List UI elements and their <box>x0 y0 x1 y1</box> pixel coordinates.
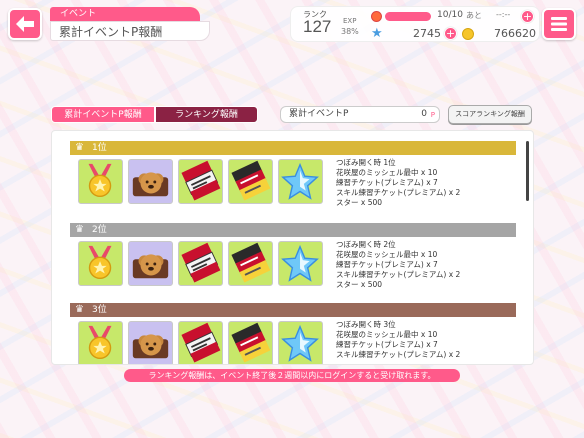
page-title: 累計イベントP報酬 <box>50 21 210 41</box>
medal-icon[interactable] <box>78 159 123 204</box>
desc-line: つぼみ開く時 2位 <box>336 240 396 249</box>
medal-icon[interactable] <box>78 241 123 286</box>
stamina-bar <box>385 12 431 21</box>
back-button[interactable] <box>8 8 42 40</box>
reward-panel: 累計イベントP報酬 ランキング報酬 累計イベントP 0 P スコアランキング報酬… <box>48 100 538 382</box>
desc-line: 練習チケット(プレミアム) x 7 <box>336 340 438 349</box>
reward-description: つぼみ開く時 1位 花咲屋のミッシェル最中 x 10 練習チケット(プレミアム)… <box>336 158 460 208</box>
reward-description: つぼみ開く時 2位 花咲屋のミッシェル最中 x 10 練習チケット(プレミアム)… <box>336 240 460 290</box>
desc-line: 練習チケット(プレミアム) x 7 <box>336 260 438 269</box>
reward-row-rank-3: ♛ 3位 つぼみ開く時 3位 花咲屋のミッシェル最中 x 10 練習チケット(プ… <box>70 303 516 364</box>
exp-percent: 38% <box>341 27 359 36</box>
score-ranking-button[interactable]: スコアランキング報酬 <box>448 105 532 124</box>
star-count: 2745 <box>413 27 441 40</box>
category-tag: イベント <box>50 7 200 21</box>
crown-icon: ♛ <box>75 142 84 153</box>
tab-ranking-rewards[interactable]: ランキング報酬 <box>155 106 258 123</box>
menu-button[interactable] <box>542 8 576 40</box>
desc-line: つぼみ開く時 3位 <box>336 320 396 329</box>
reward-items: つぼみ開く時 2位 花咲屋のミッシェル最中 x 10 練習チケット(プレミアム)… <box>70 237 516 293</box>
desc-line: スキル練習チケット(プレミアム) x 2 <box>336 270 461 279</box>
desc-line: 花咲屋のミッシェル最中 x 10 <box>336 250 438 259</box>
star-item-icon[interactable] <box>278 159 323 204</box>
bear-wafer-icon[interactable] <box>128 159 173 204</box>
crown-icon: ♛ <box>75 224 84 235</box>
reward-list[interactable]: ♛ 1位 つぼみ開く時 1位 花咲屋のミッシェル最中 x 10 練習チケット(プ… <box>51 130 534 365</box>
reward-description: つぼみ開く時 3位 花咲屋のミッシェル最中 x 10 練習チケット(プレミアム)… <box>336 320 460 360</box>
rank-label: 1位 <box>92 143 107 153</box>
stamina-fill <box>385 12 431 21</box>
desc-line: スキル練習チケット(プレミアム) x 2 <box>336 350 461 359</box>
footer-notice: ランキング報酬は、イベント終了後２週間以内にログインすると受け取れます。 <box>124 369 460 382</box>
bear-wafer-icon[interactable] <box>128 241 173 286</box>
rank-label: 3位 <box>92 305 107 315</box>
stamina-flame-icon <box>371 11 382 22</box>
coin-icon <box>462 28 474 40</box>
reward-items: つぼみ開く時 3位 花咲屋のミッシェル最中 x 10 練習チケット(プレミアム)… <box>70 317 516 364</box>
reward-row-rank-1: ♛ 1位 つぼみ開く時 1位 花咲屋のミッシェル最中 x 10 練習チケット(プ… <box>70 141 516 211</box>
stamina-remain-label: あと <box>466 11 482 20</box>
coin-count: 766620 <box>494 27 536 40</box>
stamina-timer: --:-- <box>496 10 511 19</box>
reward-row-rank-2: ♛ 2位 つぼみ開く時 2位 花咲屋のミッシェル最中 x 10 練習チケット(プ… <box>70 223 516 293</box>
tab-cumulative-points[interactable]: 累計イベントP報酬 <box>51 106 155 123</box>
points-label: 累計イベントP <box>289 109 349 119</box>
cumulative-points-display: 累計イベントP 0 P <box>280 106 440 123</box>
skill-ticket-icon[interactable] <box>228 241 273 286</box>
add-stars-button[interactable]: + <box>444 27 457 40</box>
desc-line: スター x 500 <box>336 280 383 289</box>
star-currency-icon: ★ <box>371 26 383 41</box>
hamburger-icon <box>551 17 567 31</box>
add-stamina-button[interactable]: + <box>521 10 534 23</box>
practice-ticket-icon[interactable] <box>178 241 223 286</box>
desc-line: 練習チケット(プレミアム) x 7 <box>336 178 438 187</box>
practice-ticket-icon[interactable] <box>178 159 223 204</box>
star-item-icon[interactable] <box>278 241 323 286</box>
stamina-text: 10/10 <box>437 10 463 20</box>
screen-title: イベント 累計イベントP報酬 <box>50 7 210 41</box>
medal-icon[interactable] <box>78 321 123 364</box>
scrollbar[interactable] <box>526 141 529 201</box>
rank-header: ♛ 2位 <box>70 223 516 237</box>
desc-line: 花咲屋のミッシェル最中 x 10 <box>336 168 438 177</box>
practice-ticket-icon[interactable] <box>178 321 223 364</box>
rank-label: 2位 <box>92 225 107 235</box>
points-unit: P <box>430 111 435 119</box>
back-arrow-icon <box>16 16 34 32</box>
rank-header: ♛ 3位 <box>70 303 516 317</box>
skill-ticket-icon[interactable] <box>228 159 273 204</box>
rank-value: 127 <box>303 17 332 36</box>
points-value: 0 <box>421 109 427 119</box>
desc-line: スキル練習チケット(プレミアム) x 2 <box>336 188 461 197</box>
desc-line: つぼみ開く時 1位 <box>336 158 396 167</box>
status-panel: ランク 127 EXP 38% 10/10 あと --:-- + ★ 2745 … <box>290 6 540 42</box>
desc-line: 花咲屋のミッシェル最中 x 10 <box>336 330 438 339</box>
skill-ticket-icon[interactable] <box>228 321 273 364</box>
desc-line: スター x 500 <box>336 198 383 207</box>
crown-icon: ♛ <box>75 304 84 315</box>
exp-label: EXP <box>343 17 357 25</box>
rank-header: ♛ 1位 <box>70 141 516 155</box>
bear-wafer-icon[interactable] <box>128 321 173 364</box>
reward-items: つぼみ開く時 1位 花咲屋のミッシェル最中 x 10 練習チケット(プレミアム)… <box>70 155 516 211</box>
star-item-icon[interactable] <box>278 321 323 364</box>
